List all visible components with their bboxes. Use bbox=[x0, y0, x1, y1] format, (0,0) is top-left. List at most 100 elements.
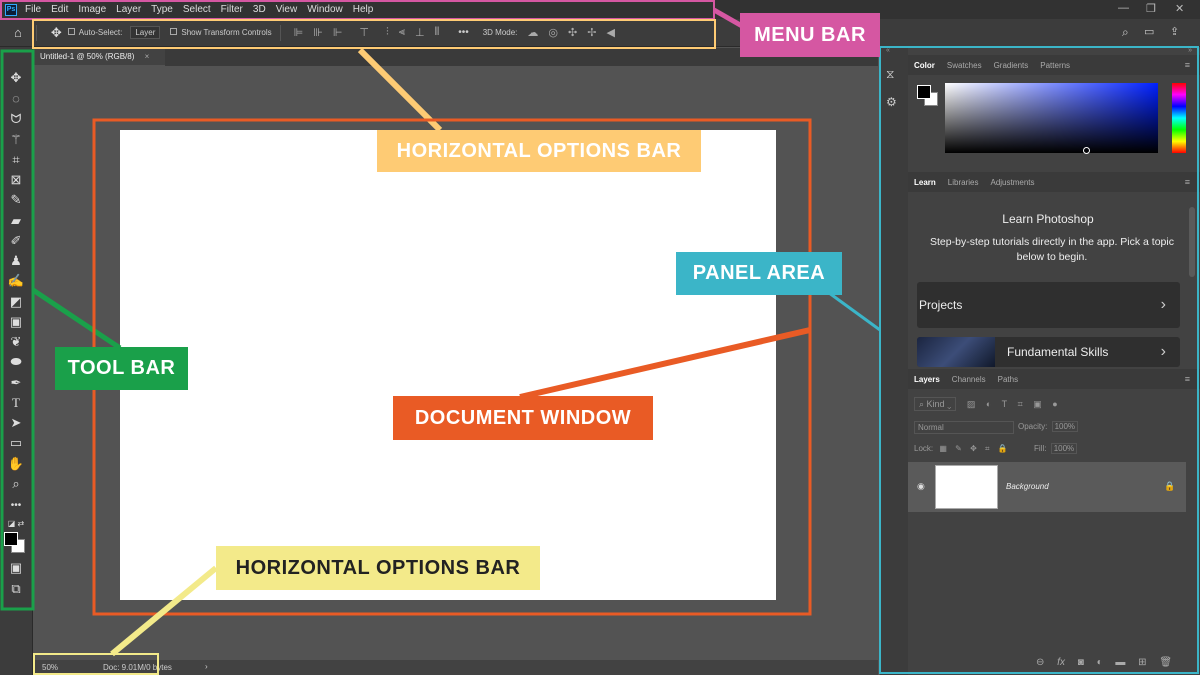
delete-layer-icon[interactable]: 🗑 bbox=[1159, 657, 1172, 668]
rectangle-icon[interactable]: ▭ bbox=[6, 434, 26, 452]
lasso-icon[interactable]: ᗢ bbox=[6, 110, 26, 128]
more-options-button[interactable]: ••• bbox=[458, 27, 469, 38]
crop-icon[interactable]: ⌗ bbox=[6, 151, 26, 169]
blur-icon[interactable]: ❦ bbox=[6, 333, 26, 351]
eraser-icon[interactable]: ◩ bbox=[6, 293, 26, 311]
magic-wand-icon[interactable]: ⚚ bbox=[6, 131, 26, 149]
clone-stamp-icon[interactable]: ♟ bbox=[6, 252, 26, 270]
color-picker-field[interactable] bbox=[945, 83, 1158, 153]
tab-paths[interactable]: Paths bbox=[992, 375, 1024, 384]
align-bottom-icon[interactable]: ⊥ bbox=[415, 26, 425, 39]
panel-menu-icon[interactable]: ≡ bbox=[1179, 374, 1196, 384]
document-tab[interactable]: Untitled-1 @ 50% (RGB/8) × bbox=[33, 48, 165, 66]
lock-artboard-icon[interactable]: ⌗ bbox=[985, 444, 990, 453]
path-selection-icon[interactable]: ➤ bbox=[6, 414, 26, 432]
menu-file[interactable]: File bbox=[25, 4, 41, 15]
tab-channels[interactable]: Channels bbox=[946, 375, 992, 384]
roll-3d-icon[interactable]: ◎ bbox=[548, 26, 558, 39]
auto-select-checkbox-group[interactable]: Auto-Select: bbox=[67, 28, 122, 37]
quick-mask-icon[interactable]: ▣ bbox=[6, 559, 26, 577]
menu-view[interactable]: View bbox=[276, 4, 298, 15]
auto-select-dropdown[interactable]: Layer bbox=[130, 26, 161, 39]
group-icon[interactable]: ▬ bbox=[1115, 657, 1125, 668]
panel-menu-icon[interactable]: ≡ bbox=[1179, 60, 1196, 70]
layer-style-icon[interactable]: fx bbox=[1057, 657, 1065, 668]
history-brush-icon[interactable]: ✍ bbox=[6, 272, 26, 290]
type-icon[interactable]: T bbox=[6, 394, 26, 412]
move-tool-preset-icon[interactable]: ✥ bbox=[51, 25, 62, 41]
healing-brush-icon[interactable]: ▰ bbox=[6, 212, 26, 230]
status-expand-icon[interactable]: › bbox=[205, 662, 208, 671]
restore-icon[interactable]: ❐ bbox=[1146, 2, 1156, 15]
document-canvas[interactable] bbox=[120, 130, 776, 600]
properties-panel-icon[interactable]: ⚙ bbox=[886, 95, 897, 109]
menu-edit[interactable]: Edit bbox=[51, 4, 68, 15]
share-icon[interactable]: ⇪ bbox=[1170, 25, 1179, 38]
layer-mask-icon[interactable]: ◙ bbox=[1078, 657, 1084, 668]
pen-icon[interactable]: ✒ bbox=[6, 374, 26, 392]
tab-swatches[interactable]: Swatches bbox=[941, 61, 988, 70]
shape-filter-icon[interactable]: ⌗ bbox=[1018, 399, 1023, 409]
foreground-color-swatch[interactable] bbox=[4, 532, 18, 546]
menu-filter[interactable]: Filter bbox=[221, 4, 243, 15]
layer-name[interactable]: Background bbox=[1006, 482, 1049, 491]
tab-libraries[interactable]: Libraries bbox=[942, 178, 985, 187]
lock-transparent-icon[interactable]: ▦ bbox=[939, 444, 947, 453]
menu-layer[interactable]: Layer bbox=[116, 4, 141, 15]
tab-adjustments[interactable]: Adjustments bbox=[984, 178, 1040, 187]
filter-toggle-icon[interactable]: ● bbox=[1052, 399, 1057, 409]
tab-gradients[interactable]: Gradients bbox=[988, 61, 1035, 70]
lock-all-icon[interactable]: 🔒 bbox=[998, 444, 1008, 453]
menu-window[interactable]: Window bbox=[307, 4, 343, 15]
search-icon[interactable]: ⌕ bbox=[1122, 25, 1129, 40]
show-transform-checkbox[interactable] bbox=[170, 28, 178, 35]
collapse-panels-icon[interactable]: » bbox=[1188, 47, 1192, 54]
learn-card-fundamentals[interactable]: Fundamental Skills › bbox=[917, 337, 1180, 367]
minimize-icon[interactable]: — bbox=[1118, 2, 1129, 14]
menu-type[interactable]: Type bbox=[151, 4, 173, 15]
blend-mode-dropdown[interactable]: Normal bbox=[914, 421, 1014, 434]
slide-3d-icon[interactable]: ✢ bbox=[587, 26, 596, 39]
learn-card-projects[interactable]: Projects › bbox=[917, 282, 1180, 328]
collapse-strip-icon[interactable]: « bbox=[886, 47, 890, 54]
workspace-icon[interactable]: ▭ bbox=[1144, 25, 1154, 38]
lock-position-icon[interactable]: ✥ bbox=[970, 444, 977, 453]
zoom-icon[interactable]: ⌕ bbox=[6, 475, 26, 493]
brush-icon[interactable]: ✐ bbox=[6, 232, 26, 250]
visibility-eye-icon[interactable]: ◉ bbox=[917, 481, 925, 492]
color-panel-foreground[interactable] bbox=[917, 85, 931, 99]
adjustment-layer-icon[interactable]: ◐ bbox=[1097, 657, 1103, 668]
hand-icon[interactable]: ✋ bbox=[6, 455, 26, 473]
tab-layers[interactable]: Layers bbox=[908, 375, 946, 384]
history-panel-icon[interactable]: ⧖ bbox=[886, 67, 894, 82]
opacity-control[interactable]: Opacity: 100% bbox=[1018, 421, 1079, 432]
frame-icon[interactable]: ⊠ bbox=[6, 171, 26, 189]
align-right-icon[interactable]: ⊩ bbox=[333, 26, 343, 39]
tab-color[interactable]: Color bbox=[908, 61, 941, 70]
opacity-value[interactable]: 100% bbox=[1051, 421, 1079, 432]
screen-mode-icon[interactable]: ⧉ bbox=[6, 580, 26, 598]
smart-object-filter-icon[interactable]: ▣ bbox=[1033, 399, 1042, 409]
hue-slider[interactable] bbox=[1172, 83, 1186, 153]
orbit-3d-icon[interactable]: ☁ bbox=[527, 26, 538, 39]
menu-select[interactable]: Select bbox=[183, 4, 211, 15]
menu-image[interactable]: Image bbox=[78, 4, 106, 15]
close-icon[interactable]: ✕ bbox=[1175, 2, 1184, 15]
pixel-filter-icon[interactable]: ▨ bbox=[967, 399, 976, 409]
align-top-icon[interactable]: ⊤ bbox=[359, 26, 369, 39]
default-colors-icon[interactable]: ◪ ⇄ bbox=[6, 515, 26, 533]
align-center-icon[interactable]: ⊪ bbox=[313, 26, 323, 39]
close-tab-icon[interactable]: × bbox=[145, 52, 150, 61]
color-picker-handle[interactable] bbox=[1083, 147, 1090, 154]
panel-menu-icon[interactable]: ≡ bbox=[1179, 177, 1196, 187]
new-layer-icon[interactable]: ⊞ bbox=[1138, 657, 1146, 668]
menu-help[interactable]: Help bbox=[353, 4, 374, 15]
link-layers-icon[interactable]: ⊖ bbox=[1036, 657, 1044, 668]
layer-row-background[interactable]: ◉ Background 🔒 bbox=[908, 462, 1186, 512]
drag-3d-icon[interactable]: ✣ bbox=[568, 26, 577, 39]
tab-patterns[interactable]: Patterns bbox=[1034, 61, 1076, 70]
auto-select-checkbox[interactable] bbox=[67, 28, 75, 35]
scale-3d-icon[interactable]: ◀ bbox=[606, 26, 614, 39]
tab-learn[interactable]: Learn bbox=[908, 178, 942, 187]
lock-image-icon[interactable]: ✎ bbox=[955, 444, 962, 453]
